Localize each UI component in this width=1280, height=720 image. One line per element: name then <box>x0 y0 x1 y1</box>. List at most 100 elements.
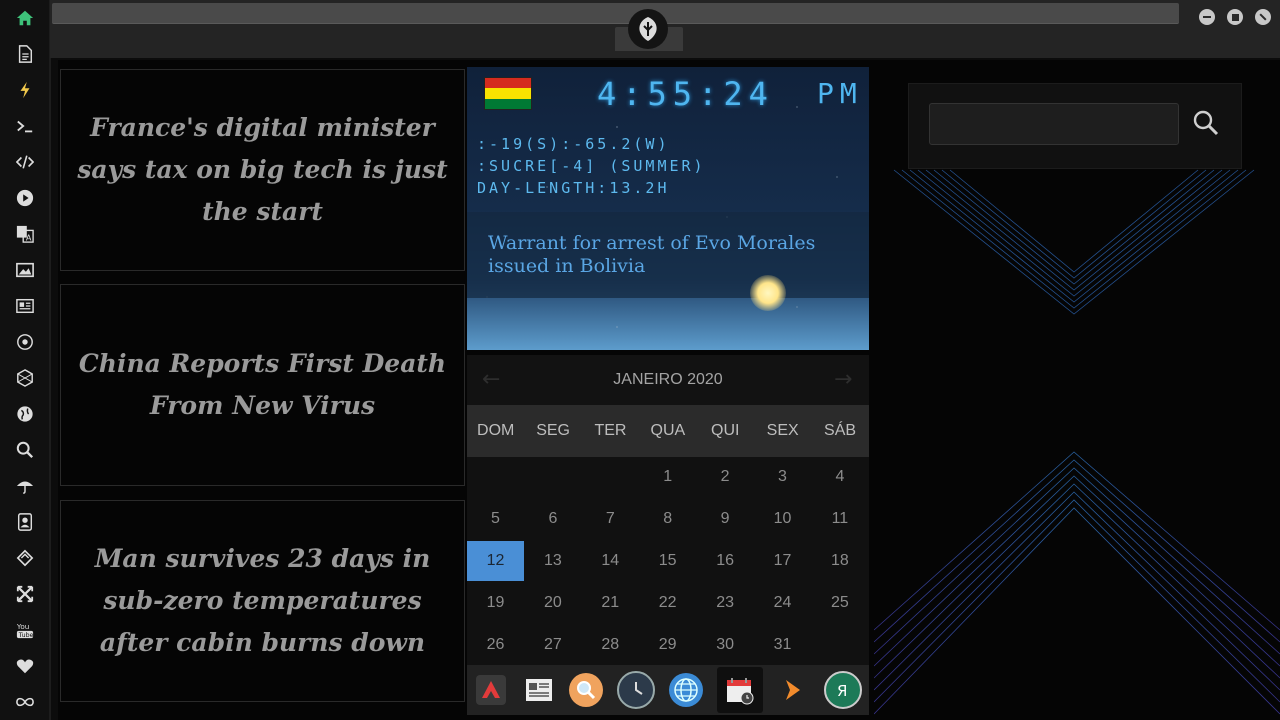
rebel-alliance-logo <box>628 9 668 49</box>
calendar-day[interactable]: 11 <box>811 499 868 539</box>
calendar-day[interactable]: 21 <box>582 583 639 623</box>
calendar-day[interactable]: 10 <box>754 499 811 539</box>
calendar-day[interactable]: 4 <box>811 457 868 497</box>
calendar-day[interactable]: 8 <box>639 499 696 539</box>
image-icon[interactable] <box>14 259 36 281</box>
weekday-label: SÁB <box>824 422 857 439</box>
maximize-icon[interactable] <box>1227 9 1243 25</box>
news-headline: Man survives 23 days in sub-zero tempera… <box>94 544 431 657</box>
weekday-label: SEG <box>536 422 570 439</box>
news-headline: China Reports First Death From New Virus <box>78 349 447 420</box>
terminal-icon[interactable] <box>14 115 36 137</box>
svg-text:Я: Я <box>837 682 847 700</box>
calendar-day[interactable]: 9 <box>697 499 754 539</box>
app-dock: Я <box>467 665 869 715</box>
news-tile[interactable]: Man survives 23 days in sub-zero tempera… <box>60 500 465 702</box>
clock-headline: Warrant for arrest of Evo Morales issued… <box>488 232 816 277</box>
document-icon[interactable] <box>14 43 36 65</box>
code-icon[interactable] <box>14 151 36 173</box>
calendar-day[interactable]: 19 <box>467 583 524 623</box>
search-icon <box>1193 110 1219 136</box>
calendar-day[interactable]: 18 <box>811 541 868 581</box>
search-icon[interactable] <box>14 439 36 461</box>
calendar-month: JANEIRO 2020 <box>613 371 723 388</box>
calendar-next-button[interactable]: → <box>834 367 852 392</box>
address-bar[interactable] <box>52 3 1179 24</box>
expand-icon[interactable] <box>14 583 36 605</box>
calendar-day[interactable]: 25 <box>811 583 868 623</box>
calendar-day[interactable]: 5 <box>467 499 524 539</box>
top-bar <box>50 0 1280 58</box>
newspaper-icon[interactable] <box>14 295 36 317</box>
weekday-label: SEX <box>766 422 799 439</box>
tag-icon[interactable] <box>14 547 36 569</box>
calendar-day[interactable]: 30 <box>697 625 754 665</box>
weekday-label: TER <box>594 422 627 439</box>
calendar-day[interactable]: 28 <box>582 625 639 665</box>
calendar-day[interactable]: 27 <box>524 625 581 665</box>
home-icon[interactable] <box>14 7 36 29</box>
calendar-day[interactable]: 31 <box>754 625 811 665</box>
calendar-day[interactable]: 23 <box>697 583 754 623</box>
contacts-icon[interactable] <box>14 511 36 533</box>
calendar-weekdays: DOM SEG TER QUA QUI SEX SÁB <box>467 405 869 457</box>
search-button[interactable] <box>1190 107 1222 139</box>
world-clock-widget: 4:55:24 PM :-19(S):-65.2(W) :SUCRE[-4] (… <box>467 67 869 350</box>
clock-day-length: DAY-LENGTH:13.2H <box>477 179 670 197</box>
lightning-icon[interactable] <box>14 79 36 101</box>
bolivia-flag-icon <box>484 77 532 110</box>
calendar-day[interactable]: 14 <box>582 541 639 581</box>
calendar-day[interactable]: 3 <box>754 457 811 497</box>
calendar-day[interactable]: 1 <box>639 457 696 497</box>
browser-globe-icon[interactable] <box>668 673 703 707</box>
play-icon[interactable] <box>14 187 36 209</box>
minimize-icon[interactable] <box>1199 9 1215 25</box>
left-sidebar: A You Tube <box>0 0 51 720</box>
calendar-day[interactable]: 6 <box>524 499 581 539</box>
clock-timezone: :SUCRE[-4] (SUMMER) <box>477 157 706 175</box>
news-tile[interactable]: France's digital minister says tax on bi… <box>60 69 465 271</box>
weekday-label: QUI <box>711 422 740 439</box>
calendar-day[interactable]: 17 <box>754 541 811 581</box>
calendar-day[interactable]: 15 <box>639 541 696 581</box>
news-headline: France's digital minister says tax on bi… <box>77 113 448 226</box>
globe-icon[interactable] <box>14 403 36 425</box>
youtube-icon[interactable]: You Tube <box>14 619 36 641</box>
calendar-day[interactable]: 20 <box>524 583 581 623</box>
calendar-header: ← JANEIRO 2020 → <box>467 355 869 405</box>
app-launcher-icon[interactable] <box>474 673 508 707</box>
svg-text:Tube: Tube <box>18 632 34 639</box>
infinity-icon[interactable] <box>14 691 36 713</box>
svg-text:A: A <box>26 232 32 242</box>
umbrella-icon[interactable] <box>14 475 36 497</box>
arrow-app-icon[interactable] <box>776 673 810 707</box>
calendar-day[interactable]: 16 <box>697 541 754 581</box>
calendar-day[interactable]: 7 <box>582 499 639 539</box>
calendar-widget: ← JANEIRO 2020 → DOM SEG TER QUA QUI SEX… <box>467 355 869 665</box>
calendar-day[interactable]: 22 <box>639 583 696 623</box>
heart-icon[interactable] <box>14 655 36 677</box>
calendar-day[interactable]: 2 <box>697 457 754 497</box>
search-app-icon[interactable] <box>569 673 604 707</box>
sun-icon <box>750 275 786 311</box>
news-tile[interactable]: China Reports First Death From New Virus <box>60 284 465 486</box>
calendar-day[interactable]: 13 <box>524 541 581 581</box>
calendar-app-icon[interactable] <box>716 667 763 713</box>
translate-icon[interactable]: A <box>14 223 36 245</box>
svg-text:You: You <box>16 622 29 631</box>
clock-coordinates: :-19(S):-65.2(W) <box>477 135 670 153</box>
rebel-icon[interactable] <box>14 331 36 353</box>
news-app-icon[interactable] <box>522 673 556 707</box>
search-input[interactable] <box>929 103 1179 145</box>
hexagon-icon[interactable] <box>14 367 36 389</box>
clock-time: 4:55:24 <box>597 75 774 113</box>
yandex-icon[interactable]: Я <box>824 671 863 709</box>
calendar-day[interactable]: 26 <box>467 625 524 665</box>
calendar-day-today[interactable]: 12 <box>467 541 524 581</box>
calendar-day[interactable]: 29 <box>639 625 696 665</box>
weekday-label: QUA <box>650 422 686 439</box>
clock-headline-box[interactable]: Warrant for arrest of Evo Morales issued… <box>467 212 869 298</box>
close-icon[interactable] <box>1255 9 1271 25</box>
clock-app-icon[interactable] <box>617 671 656 709</box>
calendar-day[interactable]: 24 <box>754 583 811 623</box>
